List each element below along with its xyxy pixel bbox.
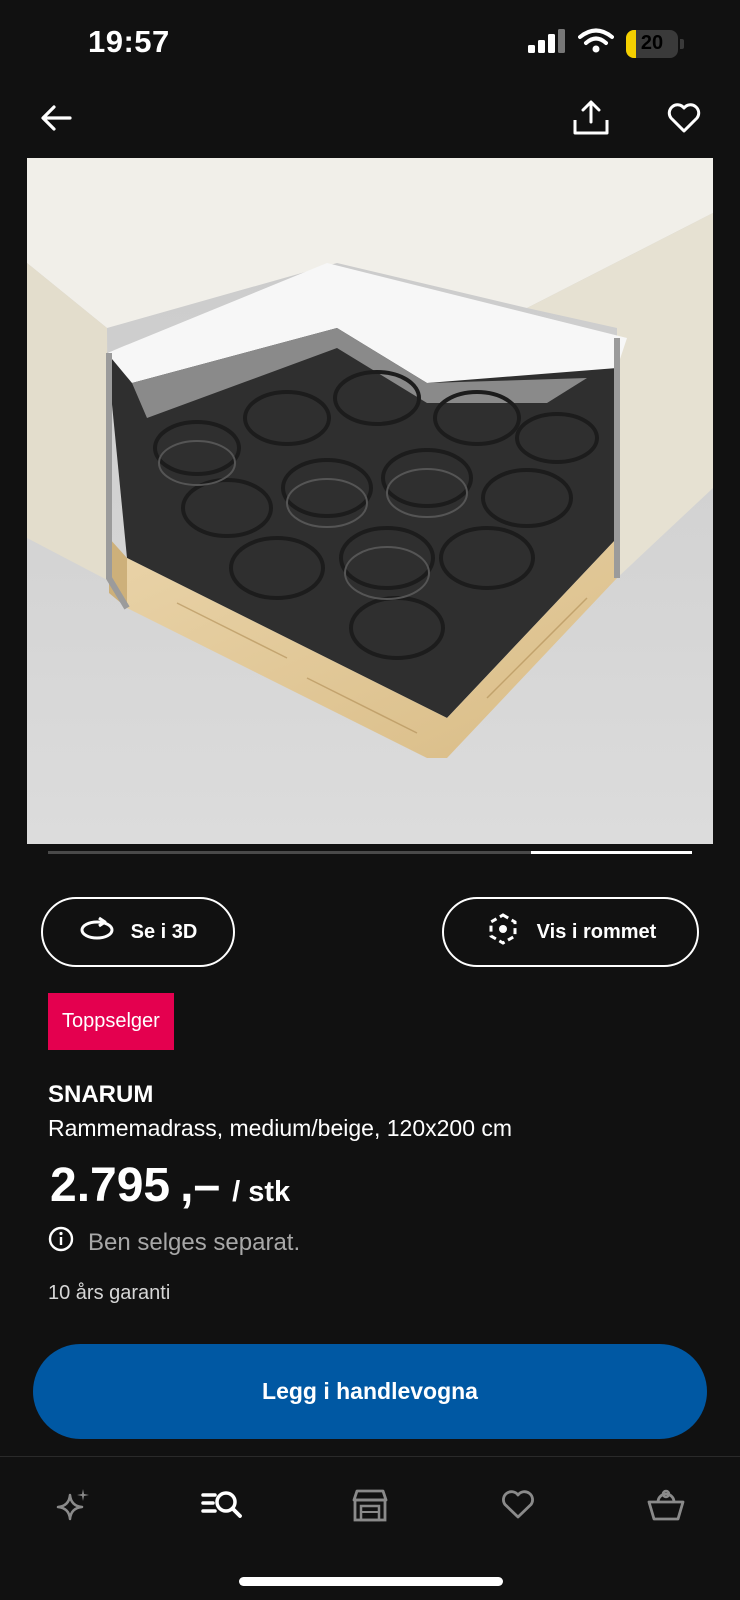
product-description: Rammemadrass, medium/beige, 120x200 cm xyxy=(48,1115,513,1141)
legs-info[interactable]: Ben selges separat. xyxy=(48,1226,300,1259)
price-suffix: ,– xyxy=(180,1159,221,1212)
status-icons: 20 xyxy=(528,28,684,59)
product-name: SNARUM xyxy=(48,1081,154,1108)
view-in-room-label: Vis i rommet xyxy=(536,920,657,943)
battery-icon: 20 xyxy=(626,29,678,58)
add-to-cart-label: Legg i handlevogna xyxy=(262,1378,478,1404)
wifi-icon xyxy=(578,28,614,59)
home-indicator[interactable] xyxy=(239,1577,503,1586)
battery-fill xyxy=(626,29,637,58)
cellular-signal-icon xyxy=(528,29,566,58)
add-to-cart-button[interactable]: Legg i handlevogna xyxy=(33,1344,707,1439)
image-carousel-progress-fill xyxy=(531,851,692,854)
top-nav xyxy=(0,90,740,150)
badge-label: Toppselger xyxy=(62,1010,160,1032)
share-icon[interactable] xyxy=(567,94,615,142)
status-bar: 19:57 20 xyxy=(0,0,740,88)
top-seller-badge: Toppselger xyxy=(48,993,174,1050)
sparkle-icon[interactable] xyxy=(46,1477,102,1533)
favorites-heart-icon[interactable] xyxy=(490,1477,546,1533)
price-unit: / stk xyxy=(232,1176,291,1208)
warranty-text: 10 års garanti xyxy=(48,1282,171,1304)
back-arrow-icon[interactable] xyxy=(32,94,80,142)
image-carousel-progress xyxy=(48,851,692,854)
legs-info-text: Ben selges separat. xyxy=(88,1228,301,1256)
basket-icon[interactable] xyxy=(638,1477,694,1533)
battery-tip xyxy=(680,38,684,49)
info-icon xyxy=(48,1226,74,1259)
view-3d-label: Se i 3D xyxy=(130,920,198,943)
heart-icon[interactable] xyxy=(660,94,708,142)
augmented-reality-icon xyxy=(485,911,521,953)
store-icon[interactable] xyxy=(342,1477,398,1533)
status-time: 19:57 xyxy=(88,24,170,59)
price-value: 2.795 xyxy=(50,1159,171,1212)
search-list-icon[interactable] xyxy=(194,1477,250,1533)
view-3d-button[interactable]: Se i 3D xyxy=(41,897,235,967)
battery-level: 20 xyxy=(640,32,664,54)
rotate-3d-icon xyxy=(79,916,115,948)
product-image[interactable] xyxy=(27,158,713,844)
price-row: 2.795 ,– / stk xyxy=(50,1158,290,1213)
view-in-room-button[interactable]: Vis i rommet xyxy=(442,897,699,967)
